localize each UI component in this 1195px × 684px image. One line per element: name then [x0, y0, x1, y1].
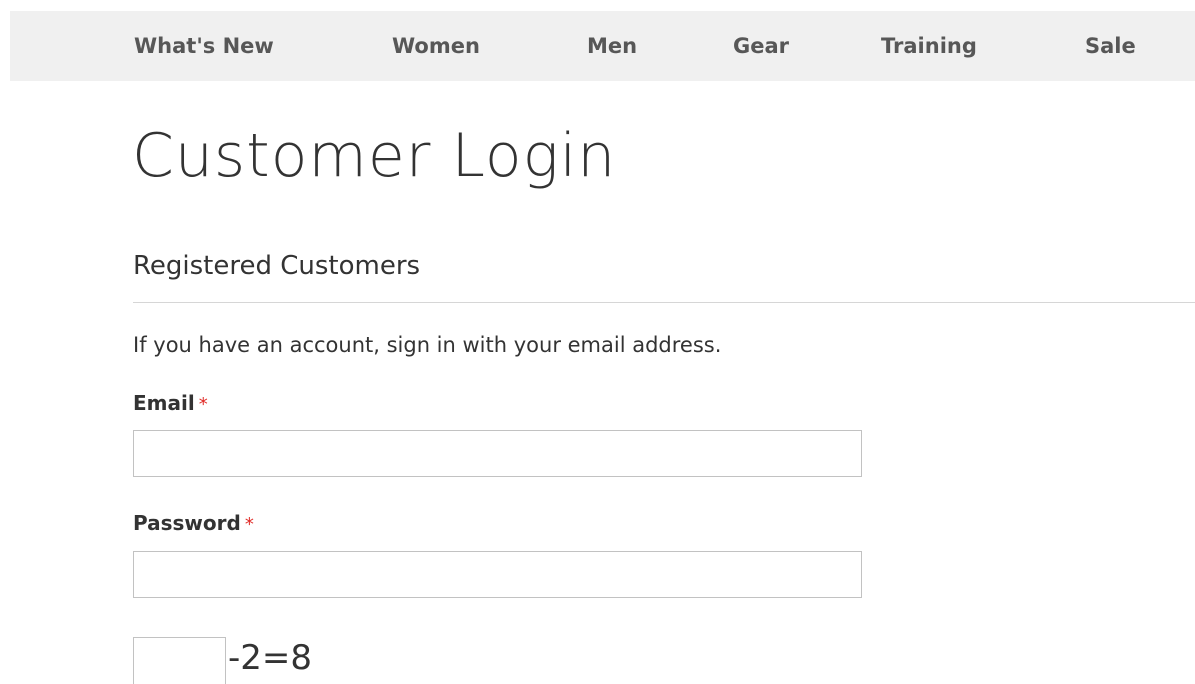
page-title: Customer Login — [132, 121, 617, 191]
nav-item-women[interactable]: Women — [392, 33, 480, 59]
nav-item-whats-new[interactable]: What's New — [134, 33, 274, 59]
section-title-registered-customers: Registered Customers — [133, 251, 421, 281]
password-label-text: Password — [133, 511, 241, 535]
page: What's New Women Men Gear Training Sale … — [0, 0, 1195, 684]
email-label-text: Email — [133, 391, 195, 415]
email-field[interactable] — [133, 430, 862, 477]
section-divider — [133, 302, 1195, 303]
password-field[interactable] — [133, 551, 862, 598]
nav-item-training[interactable]: Training — [881, 33, 977, 59]
password-label: Password * — [133, 510, 254, 538]
nav-item-sale[interactable]: Sale — [1085, 33, 1136, 59]
login-intro-text: If you have an account, sign in with you… — [133, 333, 722, 357]
captcha-equation: -2=8 — [228, 638, 313, 678]
nav-item-gear[interactable]: Gear — [733, 33, 789, 59]
password-required-asterisk: * — [244, 514, 254, 535]
nav-item-men[interactable]: Men — [587, 33, 637, 59]
captcha-answer-input[interactable] — [133, 637, 226, 684]
main-navigation: What's New Women Men Gear Training Sale — [10, 11, 1195, 81]
email-required-asterisk: * — [198, 394, 208, 415]
email-label: Email * — [133, 390, 208, 418]
